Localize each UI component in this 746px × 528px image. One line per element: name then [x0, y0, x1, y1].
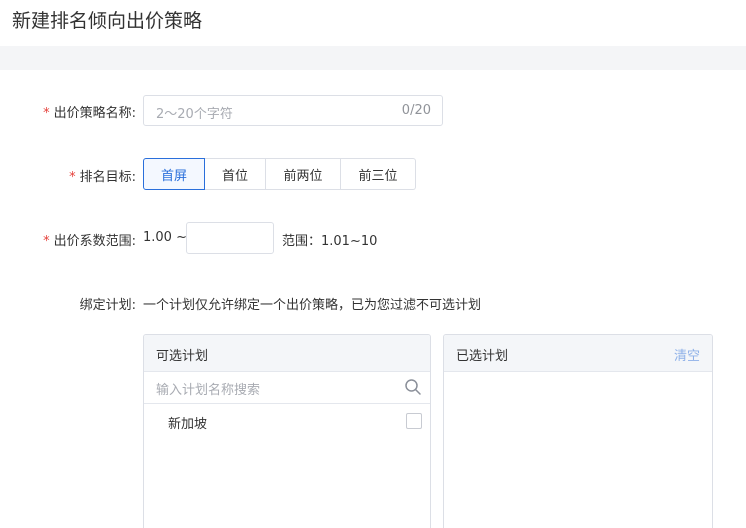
rank-option-first-screen[interactable]: 首屏 [143, 158, 205, 190]
rank-target-label: * 排名目标: [0, 166, 136, 185]
rank-option-top-three[interactable]: 前三位 [341, 158, 416, 190]
rank-option-top-two[interactable]: 前两位 [266, 158, 341, 190]
list-item[interactable]: 新加坡 [144, 404, 430, 438]
coefficient-label-text: 出价系数范围: [53, 234, 136, 249]
strategy-name-label: * 出价策略名称: [0, 102, 136, 121]
rank-target-label-text: 排名目标: [79, 170, 136, 185]
strategy-name-placeholder: 2～20个字符 [156, 107, 233, 122]
available-plans-header: 可选计划 [144, 335, 430, 372]
available-plans-title: 可选计划 [156, 349, 209, 364]
search-icon[interactable] [404, 378, 422, 396]
available-plans-panel: 可选计划 输入计划名称搜索 新加坡 [143, 334, 431, 528]
rank-option-first-place[interactable]: 首位 [205, 158, 266, 190]
coefficient-prefix: 1.00 ~ [143, 230, 187, 245]
plan-item-checkbox[interactable] [406, 413, 422, 429]
coefficient-input[interactable] [186, 222, 274, 254]
required-mark: * [69, 170, 76, 185]
rank-target-segmented: 首屏 首位 前两位 前三位 [143, 158, 416, 190]
selected-plans-header: 已选计划 清空 [444, 335, 712, 372]
plan-search-placeholder: 输入计划名称搜索 [156, 383, 261, 398]
clear-selected-button[interactable]: 清空 [674, 345, 700, 364]
header-divider-band [0, 46, 746, 70]
required-mark: * [43, 106, 50, 121]
selected-plans-title: 已选计划 [456, 349, 509, 364]
plan-search-input[interactable]: 输入计划名称搜索 [144, 372, 430, 404]
strategy-name-label-text: 出价策略名称: [53, 106, 136, 121]
page-title: 新建排名倾向出价策略 [12, 10, 203, 32]
bind-plan-label-text: 绑定计划: [79, 298, 136, 313]
bind-plan-note: 一个计划仅允许绑定一个出价策略，已为您过滤不可选计划 [143, 298, 482, 313]
strategy-name-counter: 0/20 [401, 103, 431, 118]
strategy-name-input[interactable]: 2～20个字符 0/20 [143, 95, 443, 126]
coefficient-label: * 出价系数范围: [0, 230, 136, 249]
bind-plan-label: 绑定计划: [0, 294, 136, 313]
required-mark: * [43, 234, 50, 249]
plan-item-label: 新加坡 [168, 417, 208, 432]
coefficient-range-hint: 范围：1.01~10 [282, 234, 378, 249]
selected-plans-panel: 已选计划 清空 [443, 334, 713, 528]
